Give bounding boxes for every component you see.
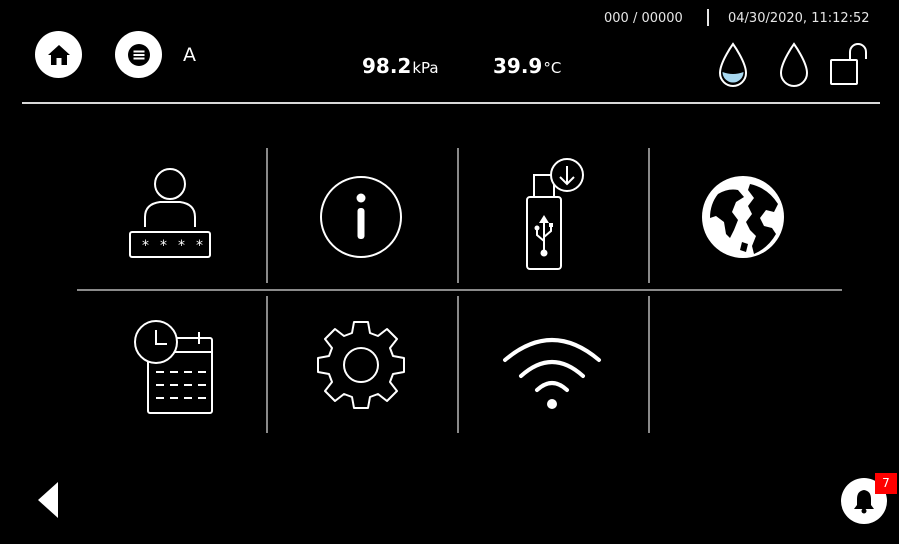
gear-icon — [316, 321, 405, 409]
wifi-icon — [502, 338, 601, 409]
header-divider — [22, 102, 880, 104]
tile-language[interactable] — [650, 148, 835, 286]
notification-badge: 7 — [875, 473, 897, 494]
unlock-icon[interactable] — [828, 42, 874, 88]
tile-usb-export[interactable] — [459, 148, 644, 286]
bell-icon — [854, 490, 874, 514]
home-button[interactable] — [35, 31, 82, 78]
tile-date-time[interactable] — [77, 296, 262, 434]
menu-button[interactable] — [115, 31, 162, 78]
usb-download-icon — [525, 158, 584, 270]
back-arrow-icon — [38, 482, 58, 518]
svg-text:*: * — [142, 238, 149, 254]
water-drop-filled-icon — [718, 42, 748, 87]
svg-text:*: * — [160, 238, 167, 254]
pressure-readout: 98.2kPa — [362, 54, 439, 78]
pressure-value: 98.2 — [362, 54, 412, 78]
globe-icon — [701, 176, 784, 258]
cycle-counter: 000 / 00000 — [604, 11, 683, 26]
grid-divider-vertical — [648, 296, 650, 433]
water-drop-outline-icon — [779, 42, 809, 87]
tile-user-login[interactable]: * * * * — [77, 148, 262, 286]
temperature-value: 39.9 — [493, 54, 543, 78]
calendar-clock-icon — [133, 320, 213, 414]
svg-text:*: * — [178, 238, 185, 254]
temperature-unit: °C — [543, 59, 562, 77]
date-time-display: 04/30/2020, 11:12:52 — [728, 11, 870, 26]
user-password-icon: * * * * — [128, 168, 211, 258]
tile-wifi[interactable] — [459, 296, 644, 434]
grid-divider-horizontal — [77, 289, 842, 291]
user-label: A — [183, 44, 196, 66]
tile-info[interactable] — [268, 148, 453, 286]
info-icon — [319, 176, 402, 258]
tile-settings[interactable] — [268, 296, 453, 434]
svg-text:*: * — [196, 238, 203, 254]
status-separator — [707, 9, 709, 26]
home-icon — [47, 44, 70, 65]
back-button[interactable] — [36, 481, 60, 523]
temperature-readout: 39.9°C — [493, 54, 561, 78]
pressure-unit: kPa — [412, 59, 439, 77]
menu-icon — [127, 43, 150, 66]
